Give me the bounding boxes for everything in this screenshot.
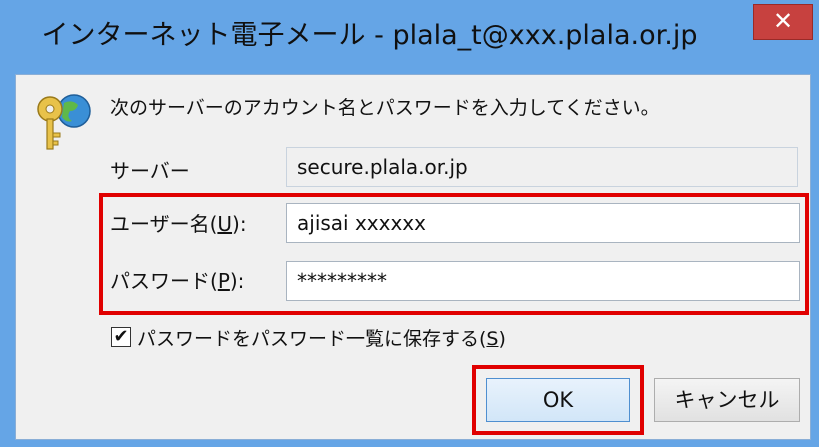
dialog-window: インターネット電子メール - plala_t@xxx.plala.or.jp ✕…	[0, 0, 819, 447]
ok-button[interactable]: OK	[486, 378, 630, 422]
username-label: ユーザー名(U):	[110, 212, 247, 236]
close-icon: ✕	[772, 7, 794, 35]
password-input[interactable]: *********	[286, 261, 800, 301]
prompt-text: 次のサーバーのアカウント名とパスワードを入力してください。	[110, 97, 660, 119]
window-title: インターネット電子メール - plala_t@xxx.plala.or.jp	[41, 20, 698, 51]
server-field: secure.plala.or.jp	[286, 147, 798, 187]
title-bar[interactable]: インターネット電子メール - plala_t@xxx.plala.or.jp ✕	[0, 0, 819, 72]
checkmark-icon: ✔	[113, 326, 129, 347]
close-button[interactable]: ✕	[753, 4, 813, 40]
save-password-label[interactable]: パスワードをパスワード一覧に保存する(S)	[137, 324, 506, 351]
cancel-button[interactable]: キャンセル	[654, 378, 800, 422]
password-label: パスワード(P):	[110, 269, 245, 293]
save-password-checkbox[interactable]: ✔	[111, 327, 131, 347]
key-globe-icon	[37, 94, 91, 150]
dialog-body: 次のサーバーのアカウント名とパスワードを入力してください。 サーバー secur…	[15, 74, 811, 440]
username-input[interactable]: ajisai xxxxxx	[286, 203, 800, 243]
server-label: サーバー	[110, 159, 190, 183]
